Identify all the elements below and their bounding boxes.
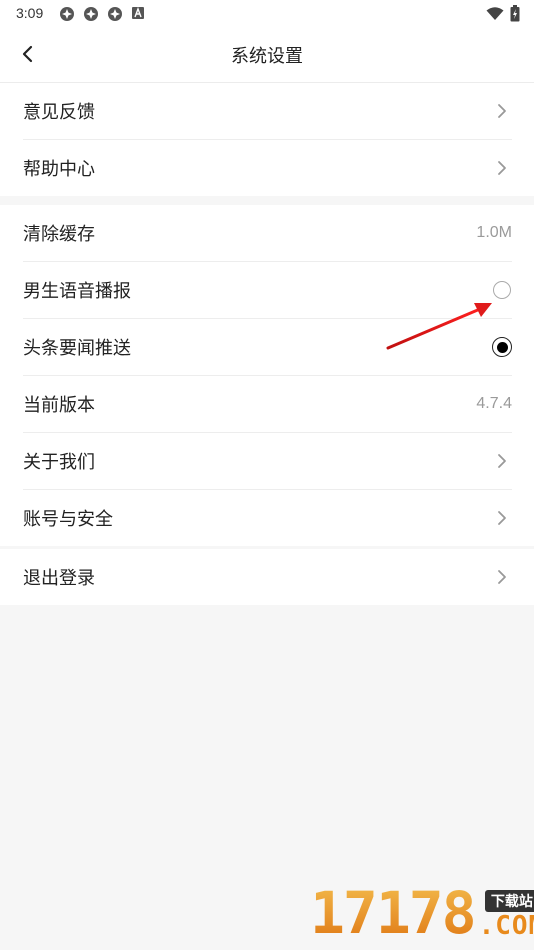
row-current-version: 当前版本 4.7.4 xyxy=(23,376,512,433)
row-label: 帮助中心 xyxy=(23,159,95,180)
chevron-right-icon xyxy=(496,509,508,527)
row-label: 退出登录 xyxy=(23,568,95,589)
row-label: 账号与安全 xyxy=(23,509,113,530)
row-label: 意见反馈 xyxy=(23,102,95,123)
status-time: 3:09 xyxy=(16,5,44,21)
watermark-right: 下载站 .COM xyxy=(479,890,534,940)
annotation-arrow xyxy=(386,303,492,350)
row-logout[interactable]: 退出登录 xyxy=(23,549,512,605)
chevron-right-icon xyxy=(496,159,508,177)
row-label: 清除缓存 xyxy=(23,224,95,245)
chevron-right-icon xyxy=(496,452,508,470)
watermark-number: 17178 xyxy=(310,879,477,947)
notification-a-icon xyxy=(132,7,144,19)
status-notification-icons xyxy=(59,6,145,22)
row-account-security[interactable]: 账号与安全 xyxy=(23,490,512,546)
row-about-us[interactable]: 关于我们 xyxy=(23,433,512,490)
app-icon xyxy=(108,7,122,21)
app-icon xyxy=(60,7,74,21)
version-value: 4.7.4 xyxy=(476,395,512,412)
settings-group-logout: 退出登录 xyxy=(0,549,534,605)
title-bar: 系统设置 xyxy=(0,28,534,83)
row-label: 关于我们 xyxy=(23,452,95,473)
row-help-center[interactable]: 帮助中心 xyxy=(23,140,512,196)
wifi-icon xyxy=(486,6,504,20)
status-bar: 3:09 xyxy=(0,0,534,28)
chevron-right-icon xyxy=(496,102,508,120)
app-icon xyxy=(84,7,98,21)
row-clear-cache[interactable]: 清除缓存 1.0M xyxy=(23,205,512,262)
page-title: 系统设置 xyxy=(231,46,303,67)
settings-group-main: 清除缓存 1.0M 男生语音播报 头条要闻推送 当前版本 4.7.4 关于我们 … xyxy=(0,205,534,546)
battery-charging-icon xyxy=(510,5,520,22)
status-system-icons xyxy=(486,5,520,22)
watermark-tag: 下载站 xyxy=(484,890,534,912)
watermark-suffix: .COM xyxy=(478,911,534,941)
chevron-right-icon xyxy=(496,568,508,586)
row-label: 当前版本 xyxy=(23,395,95,416)
cache-size-value: 1.0M xyxy=(476,224,512,241)
settings-group-feedback: 意见反馈 帮助中心 xyxy=(0,83,534,196)
row-feedback[interactable]: 意见反馈 xyxy=(23,83,512,140)
watermark-logo: 17178 下载站 .COM xyxy=(310,884,534,942)
